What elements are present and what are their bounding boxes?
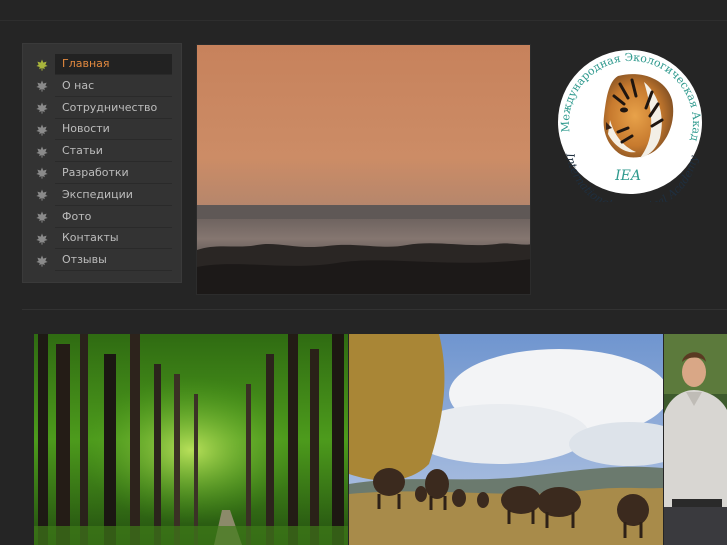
- menu-item-articles[interactable]: Статьи: [32, 141, 172, 163]
- menu-item-label: Фото: [55, 207, 172, 228]
- menu-item-label: Статьи: [55, 141, 172, 163]
- photo-person[interactable]: [664, 334, 727, 545]
- photo-forest-road[interactable]: [34, 334, 348, 545]
- photo-bison-herd[interactable]: [349, 334, 663, 545]
- menu-item-label: Контакты: [55, 228, 172, 250]
- leaf-icon: [32, 55, 52, 75]
- sidebar-nav: Главная О нас Сотрудничество Новости Ста…: [22, 43, 182, 283]
- logo-abbr: IEA: [614, 168, 641, 184]
- menu-item-about[interactable]: О нас: [32, 76, 172, 97]
- menu-item-news[interactable]: Новости: [32, 119, 172, 141]
- hero-image: [196, 44, 531, 295]
- menu-item-developments[interactable]: Разработки: [32, 163, 172, 184]
- leaf-icon: [32, 163, 52, 183]
- menu-item-contacts[interactable]: Контакты: [32, 228, 172, 250]
- leaf-icon: [32, 120, 52, 140]
- menu-item-cooperation[interactable]: Сотрудничество: [32, 98, 172, 119]
- menu-item-label: О нас: [55, 76, 172, 97]
- top-divider: [0, 20, 727, 21]
- menu-item-label: Экспедиции: [55, 185, 172, 206]
- leaf-icon: [32, 251, 52, 271]
- menu-item-label: Сотрудничество: [55, 98, 172, 119]
- menu-item-label: Главная: [55, 54, 172, 75]
- menu-item-home[interactable]: Главная: [32, 54, 172, 75]
- menu-item-label: Новости: [55, 119, 172, 141]
- menu-item-label: Разработки: [55, 163, 172, 184]
- leaf-icon: [32, 207, 52, 227]
- main-menu: Главная О нас Сотрудничество Новости Ста…: [32, 54, 172, 272]
- leaf-icon: [32, 185, 52, 205]
- leaf-icon: [32, 76, 52, 96]
- menu-item-label: Отзывы: [55, 250, 172, 272]
- leaf-icon: [32, 142, 52, 162]
- menu-item-reviews[interactable]: Отзывы: [32, 250, 172, 272]
- leaf-icon: [32, 98, 52, 118]
- section-divider: [22, 309, 727, 310]
- academy-logo: Международная Экологическая Академия Int…: [544, 32, 708, 215]
- menu-item-expeditions[interactable]: Экспедиции: [32, 185, 172, 206]
- menu-item-photo[interactable]: Фото: [32, 207, 172, 228]
- leaf-icon: [32, 229, 52, 249]
